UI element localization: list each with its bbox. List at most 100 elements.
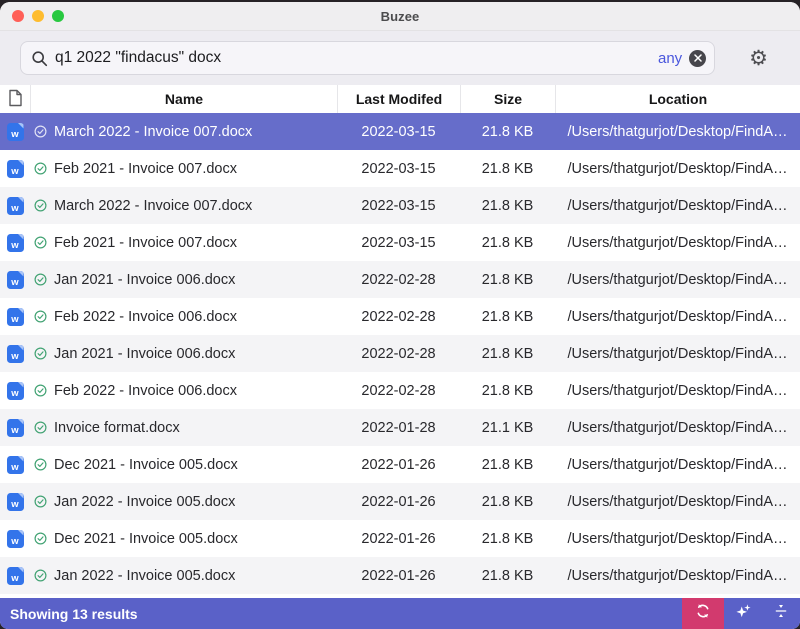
column-header-modified[interactable]: Last Modifed [337,85,460,113]
column-header-location[interactable]: Location [555,85,800,113]
table-row[interactable]: wMarch 2022 - Invoice 007.docx2022-03-15… [0,113,800,150]
check-circle-icon [34,199,47,212]
file-size: 21.8 KB [460,235,555,251]
search-query-text: q1 2022 "findacus" docx [55,49,650,67]
table-row[interactable]: wMarch 2022 - Invoice 007.docx2022-03-15… [0,187,800,224]
table-row[interactable]: wJan 2021 - Invoice 006.docx2022-02-2821… [0,335,800,372]
file-location: /Users/thatgurjot/Desktop/FindA… [555,457,800,473]
file-location: /Users/thatgurjot/Desktop/FindA… [555,161,800,177]
file-name: Dec 2021 - Invoice 005.docx [54,457,238,473]
file-name: Dec 2021 - Invoice 005.docx [54,531,238,547]
table-row[interactable]: wFeb 2021 - Invoice 007.docx2022-03-1521… [0,150,800,187]
search-bar: q1 2022 "findacus" docx any ⚙ [0,31,800,85]
file-size: 21.8 KB [460,494,555,510]
modified-date: 2022-03-15 [337,198,460,214]
file-location: /Users/thatgurjot/Desktop/FindA… [555,494,800,510]
file-name-cell: Jan 2021 - Invoice 006.docx [30,346,337,362]
word-file-icon: w [0,530,30,548]
check-circle-icon [34,569,47,582]
file-location: /Users/thatgurjot/Desktop/FindA… [555,124,800,140]
file-name: Feb 2021 - Invoice 007.docx [54,235,237,251]
word-file-icon: w [0,382,30,400]
table-row[interactable]: wJan 2021 - Invoice 006.docx2022-02-2821… [0,261,800,298]
result-count-text: Showing 13 results [0,606,682,622]
file-name-cell: Feb 2021 - Invoice 007.docx [30,235,337,251]
check-circle-icon [34,532,47,545]
file-size: 21.8 KB [460,346,555,362]
column-header-name[interactable]: Name [30,85,337,113]
file-name-cell: Feb 2022 - Invoice 006.docx [30,383,337,399]
sparkles-button[interactable] [724,598,762,629]
table-row[interactable]: wInvoice format.docx2022-01-2821.1 KB/Us… [0,409,800,446]
file-location: /Users/thatgurjot/Desktop/FindA… [555,272,800,288]
file-name: March 2022 - Invoice 007.docx [54,124,252,140]
word-file-icon: w [0,123,30,141]
file-name: Feb 2022 - Invoice 006.docx [54,309,237,325]
file-name-cell: March 2022 - Invoice 007.docx [30,124,337,140]
modified-date: 2022-02-28 [337,272,460,288]
modified-date: 2022-01-26 [337,568,460,584]
check-circle-icon [34,384,47,397]
table-row[interactable]: wJan 2022 - Invoice 005.docx2022-01-2621… [0,557,800,594]
file-size: 21.8 KB [460,198,555,214]
results-table: Name Last Modifed Size Location wMarch 2… [0,85,800,598]
refresh-icon [695,603,711,624]
file-name-cell: Invoice format.docx [30,420,337,436]
file-size: 21.8 KB [460,531,555,547]
modified-date: 2022-03-15 [337,161,460,177]
file-name-cell: Dec 2021 - Invoice 005.docx [30,457,337,473]
search-input[interactable]: q1 2022 "findacus" docx any [20,41,715,75]
word-file-icon: w [0,493,30,511]
check-circle-icon [34,236,47,249]
file-size: 21.8 KB [460,457,555,473]
column-header-size[interactable]: Size [460,85,555,113]
gear-icon[interactable]: ⚙ [749,48,768,69]
column-header-filetype[interactable] [0,85,30,113]
file-location: /Users/thatgurjot/Desktop/FindA… [555,531,800,547]
file-name: Feb 2022 - Invoice 006.docx [54,383,237,399]
file-name: Feb 2021 - Invoice 007.docx [54,161,237,177]
table-row[interactable]: wDec 2021 - Invoice 005.docx2022-01-2621… [0,446,800,483]
app-window: Buzee q1 2022 "findacus" docx any ⚙ [0,2,800,629]
table-row[interactable]: wJan 2022 - Invoice 005.docx2022-01-2621… [0,483,800,520]
modified-date: 2022-02-28 [337,309,460,325]
word-file-icon: w [0,419,30,437]
check-circle-icon [34,347,47,360]
collapse-button[interactable] [762,598,800,629]
check-circle-icon [34,310,47,323]
word-file-icon: w [0,234,30,252]
word-file-icon: w [0,308,30,326]
search-scope-selector[interactable]: any [658,50,682,67]
file-name-cell: Jan 2022 - Invoice 005.docx [30,568,337,584]
file-name-cell: Dec 2021 - Invoice 005.docx [30,531,337,547]
table-row[interactable]: wFeb 2022 - Invoice 006.docx2022-02-2821… [0,298,800,335]
table-row[interactable]: wFeb 2021 - Invoice 007.docx2022-03-1521… [0,224,800,261]
refresh-button[interactable] [682,598,724,629]
check-circle-icon [34,421,47,434]
file-location: /Users/thatgurjot/Desktop/FindA… [555,383,800,399]
file-location: /Users/thatgurjot/Desktop/FindA… [555,346,800,362]
file-size: 21.8 KB [460,124,555,140]
file-size: 21.8 KB [460,383,555,399]
search-icon [31,50,48,67]
file-location: /Users/thatgurjot/Desktop/FindA… [555,309,800,325]
file-location: /Users/thatgurjot/Desktop/FindA… [555,235,800,251]
file-name: Jan 2021 - Invoice 006.docx [54,346,235,362]
file-location: /Users/thatgurjot/Desktop/FindA… [555,568,800,584]
file-name-cell: Feb 2022 - Invoice 006.docx [30,309,337,325]
file-name-cell: Feb 2021 - Invoice 007.docx [30,161,337,177]
table-row[interactable]: w Dec 2021 - Invoice 005.docx 2022-01-2621… [0,520,800,557]
clear-search-button[interactable] [689,50,706,67]
file-size: 21.1 KB [460,420,555,436]
table-row[interactable]: wFeb 2022 - Invoice 006.docx2022-02-2821… [0,372,800,409]
word-file-icon: w [0,567,30,585]
file-name-cell: March 2022 - Invoice 007.docx [30,198,337,214]
check-circle-icon [34,273,47,286]
sparkles-icon [735,603,752,625]
table-header: Name Last Modifed Size Location [0,85,800,113]
modified-date: 2022-01-26 [337,531,460,547]
results-table-body: wMarch 2022 - Invoice 007.docx2022-03-15… [0,113,800,598]
file-size: 21.8 KB [460,568,555,584]
check-circle-icon [34,495,47,508]
file-location: /Users/thatgurjot/Desktop/FindA… [555,198,800,214]
